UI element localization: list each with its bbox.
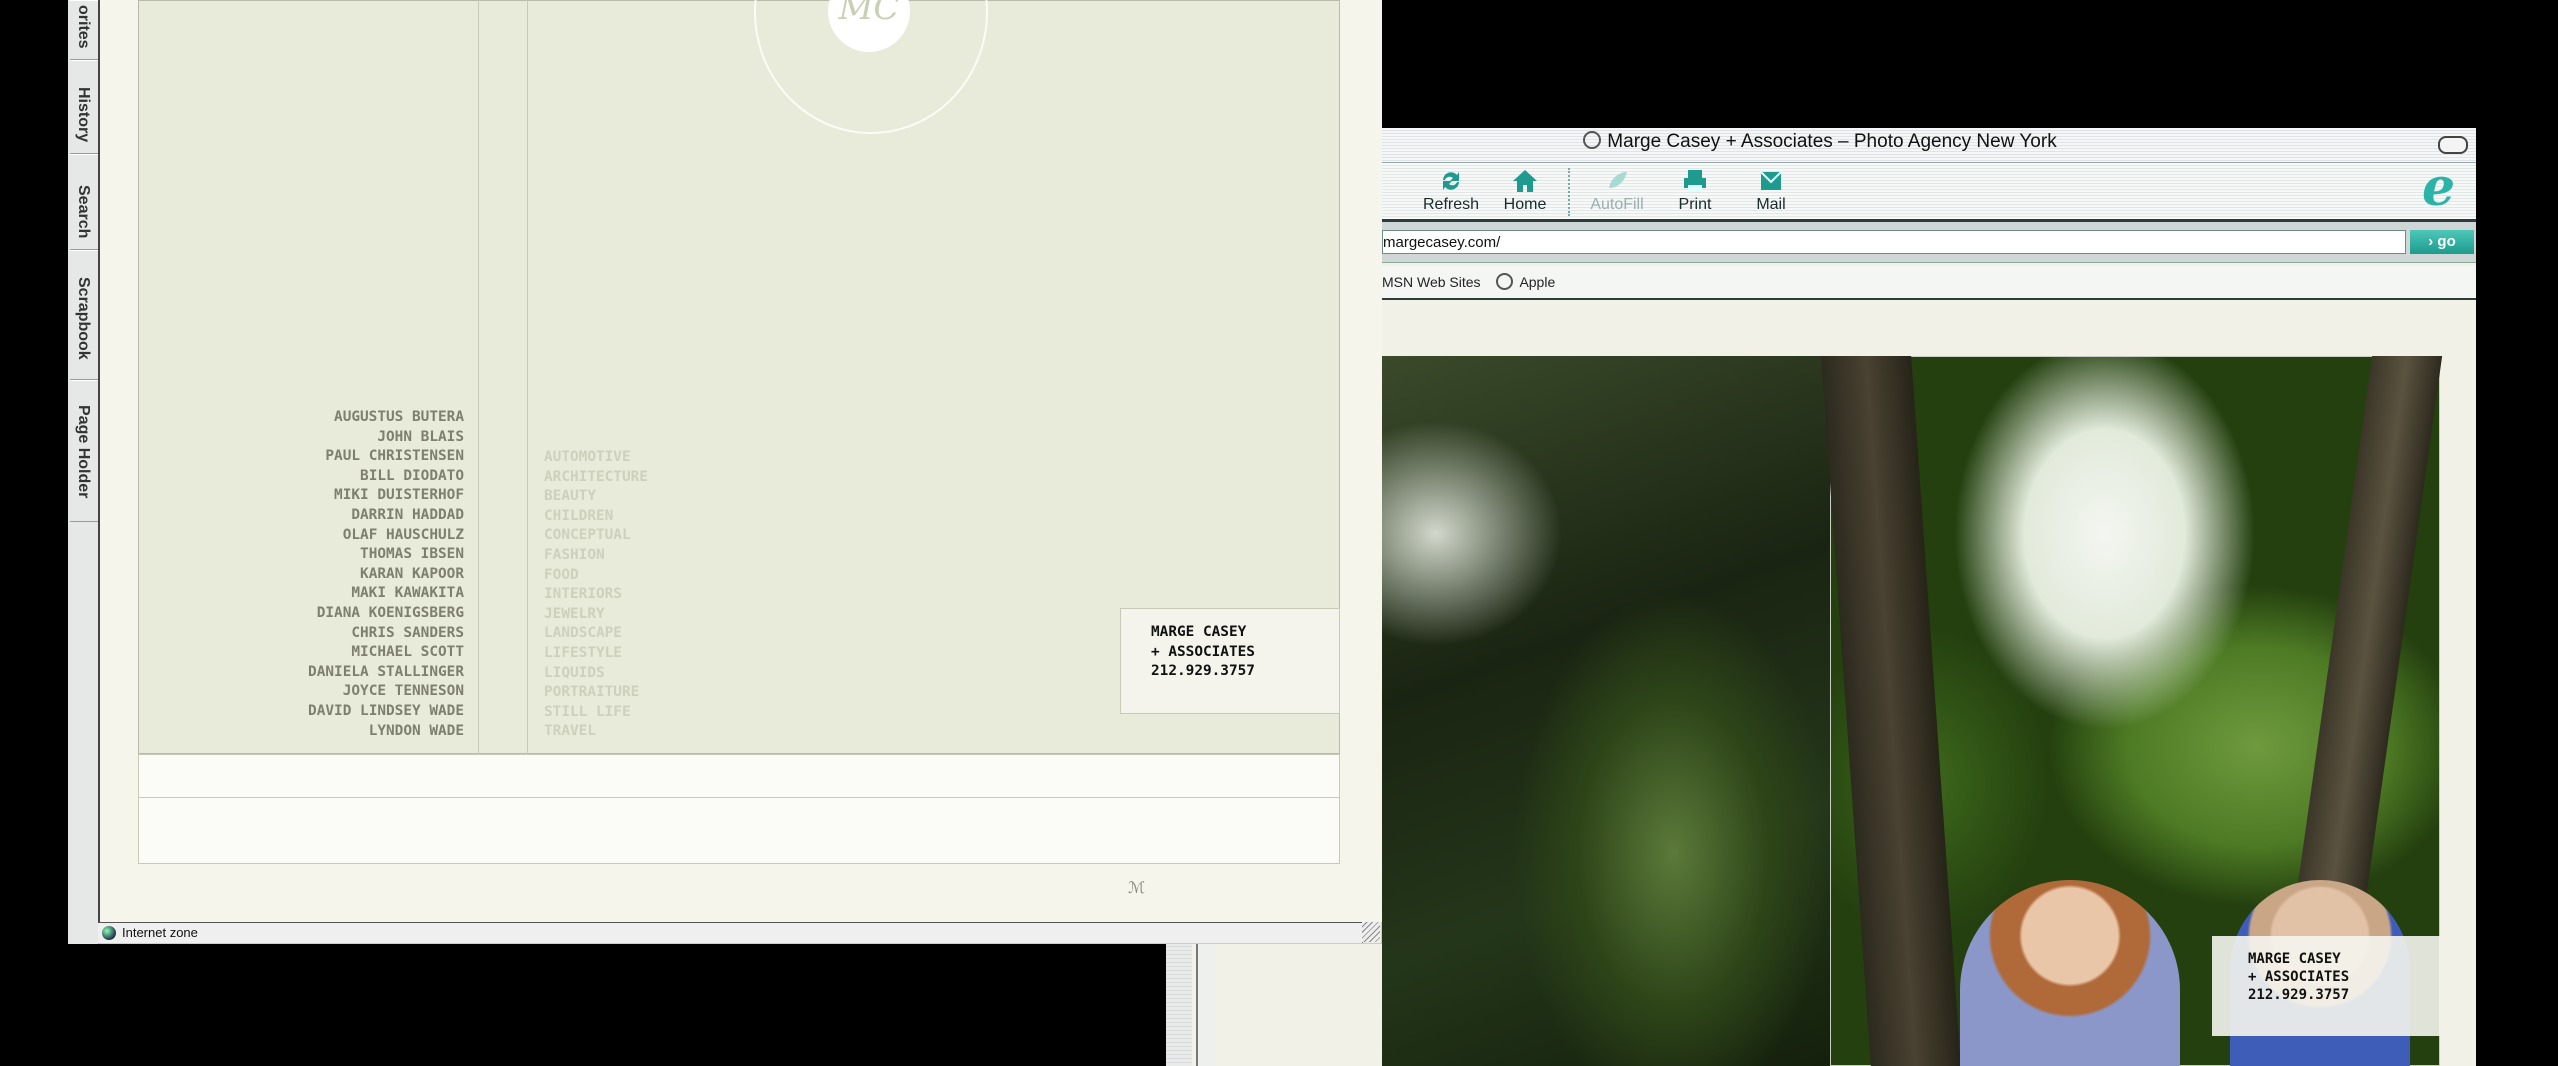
resize-handle[interactable]: [1362, 922, 1380, 942]
photographer-link[interactable]: OLAF HAUSCHULZ: [200, 526, 464, 546]
photographer-link[interactable]: CHRIS SANDERS: [200, 624, 464, 644]
footer-band: [138, 798, 1340, 864]
favorite-apple-label: Apple: [1519, 274, 1556, 290]
category-link[interactable]: TRAVEL: [544, 722, 844, 742]
category-link[interactable]: LIQUIDS: [544, 664, 844, 684]
go-button[interactable]: › go: [2410, 230, 2474, 254]
apple-favicon-icon: [1496, 273, 1514, 290]
tab-search[interactable]: Search: [70, 154, 98, 250]
photographer-link[interactable]: DANIELA STALLINGER: [200, 663, 464, 683]
contact-line: + ASSOCIATES: [2248, 969, 2350, 985]
tab-search-label: Search: [75, 185, 92, 239]
print-label: Print: [1678, 196, 1712, 213]
tab-scrapbook[interactable]: Scrapbook: [70, 250, 98, 380]
category-link[interactable]: CHILDREN: [544, 507, 844, 527]
autofill-label: AutoFill: [1590, 196, 1644, 213]
column-divider: [478, 0, 479, 754]
home-button[interactable]: Home: [1488, 168, 1562, 214]
contact-line: MARGE CASEY: [2248, 951, 2341, 967]
category-link[interactable]: ARCHITECTURE: [544, 468, 844, 488]
refresh-icon: [1443, 172, 1459, 190]
photographer-link[interactable]: DAVID LINDSEY WADE: [200, 702, 464, 722]
category-link[interactable]: BEAUTY: [544, 487, 844, 507]
print-icon: [1684, 170, 1706, 192]
photographer-link[interactable]: LYNDON WADE: [200, 722, 464, 742]
photographer-link[interactable]: MIKI DUISTERHOF: [200, 486, 464, 506]
collapse-button[interactable]: [2438, 136, 2468, 154]
contact-phone: 212.929.3757: [1151, 663, 1255, 680]
mail-button[interactable]: Mail: [1734, 168, 1808, 214]
mail-icon: [1760, 171, 1782, 190]
tab-page-holder-label: Page Holder: [75, 405, 92, 499]
refresh-button[interactable]: Refresh: [1414, 168, 1488, 214]
photographer-link[interactable]: KARAN KAPOOR: [200, 565, 464, 585]
category-link[interactable]: LANDSCAPE: [544, 624, 844, 644]
small-logo-icon: ℳ: [1128, 880, 1146, 897]
home-label: Home: [1503, 196, 1547, 213]
photographer-link[interactable]: DARRIN HADDAD: [200, 506, 464, 526]
tab-history-label: History: [75, 87, 92, 143]
category-link[interactable]: JEWELRY: [544, 605, 844, 625]
category-link[interactable]: FOOD: [544, 566, 844, 586]
tab-history[interactable]: History: [70, 60, 98, 154]
globe-icon: [102, 926, 116, 940]
refresh-label: Refresh: [1422, 196, 1480, 213]
photographer-link[interactable]: MAKI KAWAKITA: [200, 584, 464, 604]
status-bar: Internet zone: [98, 922, 1363, 943]
photographer-list: AUGUSTUS BUTERA JOHN BLAIS PAUL CHRISTEN…: [200, 408, 464, 741]
category-list: AUTOMOTIVE ARCHITECTURE BEAUTY CHILDREN …: [544, 448, 844, 742]
category-link[interactable]: STILL LIFE: [544, 703, 844, 723]
photo-left-trees: [1382, 356, 1830, 1066]
category-link[interactable]: LIFESTYLE: [544, 644, 844, 664]
home-icon: [1513, 170, 1537, 192]
photographer-link[interactable]: PAUL CHRISTENSEN: [200, 447, 464, 467]
favorite-msn[interactable]: MSN Web Sites: [1382, 274, 1481, 290]
category-link[interactable]: INTERIORS: [544, 585, 844, 605]
autofill-button[interactable]: AutoFill: [1580, 168, 1654, 214]
page-icon: [1583, 131, 1602, 149]
favorite-apple[interactable]: Apple: [1496, 273, 1567, 290]
category-link[interactable]: AUTOMOTIVE: [544, 448, 844, 468]
back-window-scrollbar[interactable]: [1166, 940, 1192, 1066]
photographer-link[interactable]: THOMAS IBSEN: [200, 545, 464, 565]
category-link[interactable]: FASHION: [544, 546, 844, 566]
photographer-link[interactable]: DIANA KOENIGSBERG: [200, 604, 464, 624]
photographer-link[interactable]: JOYCE TENNESON: [200, 682, 464, 702]
ie-logo-icon: e: [2422, 157, 2456, 218]
print-button[interactable]: Print: [1658, 168, 1732, 214]
contact-card: MARGE CASEY + ASSOCIATES 212.929.3757: [2212, 936, 2440, 1036]
autofill-icon: [1609, 172, 1627, 188]
address-input[interactable]: margecasey.com/: [1382, 230, 2406, 254]
column-divider: [527, 0, 528, 754]
footer-band: [138, 754, 1340, 798]
contact-line: + ASSOCIATES: [1151, 643, 1255, 660]
tab-page-holder[interactable]: Page Holder: [70, 380, 98, 522]
photographer-link[interactable]: MICHAEL SCOTT: [200, 643, 464, 663]
photographer-link[interactable]: AUGUSTUS BUTERA: [200, 408, 464, 428]
toolbar-separator: [1568, 168, 1572, 216]
tab-scrapbook-label: Scrapbook: [75, 277, 92, 360]
contact-phone: 212.929.3757: [2248, 987, 2350, 1003]
contact-line: MARGE CASEY: [1151, 624, 1247, 640]
back-window-edge: [1196, 940, 1216, 1066]
mail-label: Mail: [1756, 196, 1786, 213]
favorites-bar: MSN Web Sites Apple: [1382, 266, 2476, 300]
photographer-link[interactable]: JOHN BLAIS: [200, 428, 464, 448]
status-text: Internet zone: [122, 925, 198, 940]
window-title-text: Marge Casey + Associates – Photo Agency …: [1607, 131, 2057, 152]
back-window-title: Marge Casey + Associates – Photo Agency …: [1380, 131, 2260, 153]
tab-favorites-label: orites: [75, 5, 92, 49]
category-link[interactable]: CONCEPTUAL: [544, 526, 844, 546]
tab-favorites[interactable]: orites: [70, 0, 98, 60]
contact-card: MARGE CASEY + ASSOCIATES 212.929.3757: [1120, 608, 1340, 714]
category-link[interactable]: PORTRAITURE: [544, 683, 844, 703]
photographer-link[interactable]: BILL DIODATO: [200, 467, 464, 487]
